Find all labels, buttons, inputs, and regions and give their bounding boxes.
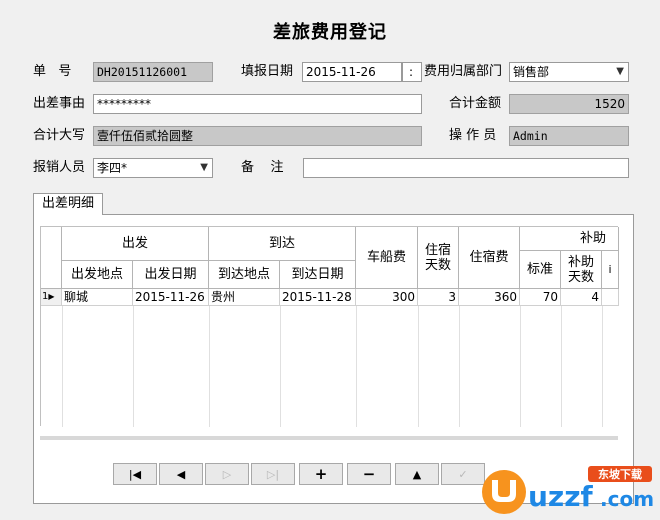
cell-depart-date[interactable]: 2015-11-26 [133,289,209,306]
doc-no-field[interactable]: DH20151126001 [93,62,213,82]
fill-date-label: 填报日期 [241,64,294,79]
tab-travel-details[interactable]: 出差明细 [33,193,103,215]
operator-field[interactable]: Admin [509,126,629,146]
operator-label: 操 作 员 [449,128,497,143]
col-standard-header[interactable]: 标准 [520,251,561,289]
cell-arrive-date[interactable]: 2015-11-28 [280,289,356,306]
chevron-down-icon[interactable]: ▼ [616,64,624,80]
group-subsidy-header: 补助 [520,227,619,251]
reason-label: 出差事由 [33,96,86,111]
col-depart-date-header[interactable]: 出发日期 [133,261,209,289]
claimant-select[interactable]: 李四* ▼ [93,158,213,178]
col-depart-place-header[interactable]: 出发地点 [62,261,133,289]
date-spin-button[interactable]: : [402,62,422,82]
total-label: 合计金额 [449,96,502,111]
total-field[interactable]: 1520 [509,94,629,114]
col-arrive-date-header[interactable]: 到达日期 [280,261,356,289]
row-indicator-header [41,227,62,289]
col-fare-header[interactable]: 车船费 [356,227,418,289]
insert-record-button[interactable]: + [299,463,343,485]
current-row-arrow-icon: ▶ [48,292,55,301]
remark-field[interactable] [303,158,629,178]
svg-text:uzzf: uzzf [528,480,594,513]
total-caps-label: 合计大写 [33,128,86,143]
triangle-up-icon: ▲ [412,467,422,481]
col-arrive-place-header[interactable]: 到达地点 [209,261,280,289]
edit-record-button[interactable]: ▲ [395,463,439,485]
dept-select[interactable]: 销售部 ▼ [509,62,629,82]
form-title: 差旅费用登记 [273,22,387,43]
cell-lodging[interactable]: 360 [459,289,520,306]
plus-icon: + [314,465,328,483]
claimant-select-value: 李四* [97,161,128,175]
cell-arrive-place[interactable]: 贵州 [209,289,280,306]
dept-label: 费用归属部门 [424,64,503,79]
svg-text:东坡下载: 东坡下载 [598,467,642,481]
first-record-button[interactable]: |◀ [113,463,157,485]
col-subsidy-days-header[interactable]: 补助天数 [561,251,602,289]
next-record-button[interactable]: ▷ [205,463,249,485]
chevron-down-icon[interactable]: ▼ [200,160,208,176]
uzzf-watermark-logo: 东坡下载 uzzf .com [482,466,654,514]
last-record-button[interactable]: ▷| [251,463,295,485]
row-indicator[interactable]: 1▶ [41,289,62,306]
group-arrive-header: 到达 [209,227,356,261]
cell-depart-place[interactable]: 聊城 [62,289,133,306]
claimant-label: 报销人员 [33,160,86,175]
cell-overflow[interactable] [602,289,619,306]
prior-record-button[interactable]: ◀ [159,463,203,485]
cell-subsidy-days[interactable]: 4 [561,289,602,306]
fill-date-field[interactable]: 2015-11-26 [302,62,402,82]
total-caps-field[interactable]: 壹仟伍佰贰拾圆整 [93,126,422,146]
cell-standard[interactable]: 70 [520,289,561,306]
reason-field[interactable]: ********* [93,94,422,114]
detail-grid[interactable]: 出发 到达 车船费 住宿天数 住宿费 补助 出发地点 出发日期 到达地点 到达日… [40,226,619,427]
delete-record-button[interactable]: − [347,463,391,485]
prior-icon: ◀ [176,467,186,481]
dept-select-value: 销售部 [513,65,550,79]
check-icon: ✓ [458,467,468,481]
remark-label: 备 注 [241,160,284,175]
col-overflow-header: i [602,251,619,289]
doc-no-label: 单 号 [33,64,72,79]
first-icon: |◀ [128,467,142,481]
minus-icon: − [362,465,376,483]
col-lodging-header[interactable]: 住宿费 [459,227,520,289]
col-nights-header[interactable]: 住宿天数 [418,227,459,289]
group-depart-header: 出发 [62,227,209,261]
cell-fare[interactable]: 300 [356,289,418,306]
svg-text:.com: .com [600,487,654,511]
next-icon: ▷ [222,467,232,481]
last-icon: ▷| [266,467,280,481]
horizontal-scrollbar[interactable] [40,436,618,440]
cell-nights[interactable]: 3 [418,289,459,306]
